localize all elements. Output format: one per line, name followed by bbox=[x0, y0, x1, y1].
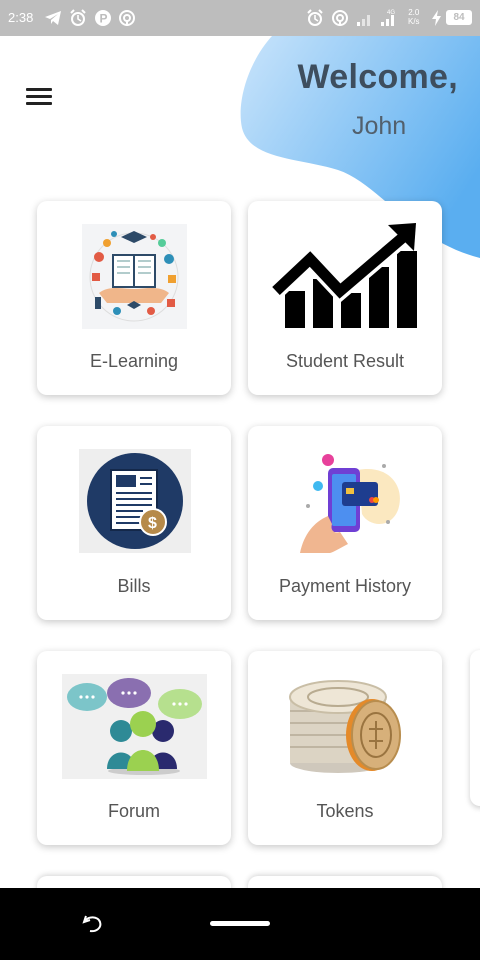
status-time: 2:38 bbox=[8, 10, 34, 25]
system-nav-bar bbox=[0, 888, 480, 960]
card-tokens[interactable]: Tokens bbox=[248, 651, 442, 845]
menu-button[interactable] bbox=[22, 84, 56, 114]
telegram-icon bbox=[45, 11, 61, 25]
card-label-e-learning: E-Learning bbox=[89, 351, 179, 371]
app-screen: 2:38 P 4G 2.0 K/s 84 Welcome, John E-Lea… bbox=[0, 0, 480, 960]
user-name: John bbox=[352, 112, 407, 140]
home-gesture-bar[interactable] bbox=[210, 921, 270, 926]
bill-icon: $ bbox=[79, 449, 191, 553]
hamburger-icon-line bbox=[26, 95, 52, 98]
alarm-icon bbox=[70, 9, 86, 26]
coins-icon bbox=[289, 680, 401, 773]
card-student-result[interactable]: Student Result bbox=[248, 201, 442, 395]
hotspot-icon bbox=[119, 10, 135, 26]
hotspot-icon-right bbox=[332, 10, 348, 26]
hamburger-icon bbox=[26, 88, 52, 91]
speed-value: 2.0 bbox=[408, 8, 420, 17]
card-label-forum: Forum bbox=[107, 801, 160, 821]
speed-unit: K/s bbox=[408, 17, 420, 26]
svg-text:P: P bbox=[100, 12, 108, 26]
status-bar: 2:38 P 4G 2.0 K/s 84 bbox=[0, 0, 480, 36]
charging-bolt-icon bbox=[432, 10, 441, 26]
card-label-student-result: Student Result bbox=[285, 351, 405, 371]
card-label-tokens: Tokens bbox=[316, 801, 374, 821]
side-card-peek[interactable] bbox=[470, 650, 480, 806]
card-label-payment-history: Payment History bbox=[278, 576, 412, 596]
signal-weak-icon bbox=[357, 15, 370, 26]
paytm-p-icon: P bbox=[95, 10, 111, 26]
growth-chart-icon bbox=[269, 223, 417, 328]
svg-text:$: $ bbox=[148, 515, 157, 532]
card-forum[interactable]: Forum bbox=[37, 651, 231, 845]
card-e-learning[interactable]: E-Learning bbox=[37, 201, 231, 395]
welcome-title: Welcome, bbox=[297, 58, 458, 96]
alarm-icon-right bbox=[307, 9, 323, 26]
chat-bubbles-icon bbox=[62, 674, 207, 779]
card-payment-history[interactable]: Payment History bbox=[248, 426, 442, 620]
svg-text:4G: 4G bbox=[387, 10, 395, 16]
hamburger-icon-line bbox=[26, 102, 52, 105]
card-label-bills: Bills bbox=[117, 576, 151, 596]
phone-payment-icon bbox=[300, 454, 400, 553]
card-bills[interactable]: $ Bills bbox=[37, 426, 231, 620]
e-learning-icon bbox=[82, 224, 187, 329]
network-speed: 2.0 K/s bbox=[408, 8, 420, 26]
signal-4g-icon: 4G bbox=[381, 10, 395, 26]
back-gesture-icon[interactable] bbox=[80, 910, 106, 936]
battery-icon: 84 bbox=[446, 10, 472, 25]
